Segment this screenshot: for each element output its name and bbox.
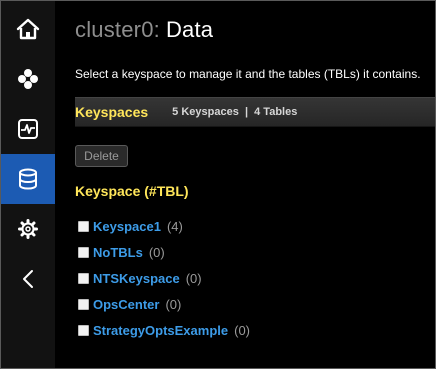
- cluster-name: cluster0:: [75, 17, 160, 42]
- keyspace-table-count: (0): [234, 322, 250, 338]
- page-title: cluster0: Data: [75, 17, 213, 43]
- keyspace-link[interactable]: StrategyOptsExample: [93, 323, 228, 338]
- list-item: NoTBLs (0): [78, 239, 250, 265]
- keyspace-checkbox[interactable]: [78, 220, 89, 232]
- keyspaces-bar: Keyspaces 5 Keyspaces | 4 Tables: [75, 97, 435, 127]
- sidebar-item-home[interactable]: [1, 4, 55, 54]
- sidebar: [1, 1, 55, 368]
- keyspace-checkbox[interactable]: [78, 272, 89, 284]
- keyspace-list: Keyspace1 (4) NoTBLs (0) NTSKeyspace (0)…: [78, 213, 250, 343]
- list-item: NTSKeyspace (0): [78, 265, 250, 291]
- keyspace-link[interactable]: NTSKeyspace: [93, 271, 180, 286]
- keyspace-list-header: Keyspace (#TBL): [75, 183, 189, 199]
- keyspace-table-count: (0): [165, 296, 182, 312]
- home-icon: [16, 18, 40, 40]
- keyspaces-title: Keyspaces: [75, 104, 149, 120]
- database-icon: [18, 168, 38, 190]
- list-item: StrategyOptsExample (0): [78, 317, 250, 343]
- keyspaces-stats: 5 Keyspaces | 4 Tables: [172, 106, 298, 118]
- chevron-left-icon: [21, 269, 35, 289]
- list-item: Keyspace1 (4): [78, 213, 250, 239]
- keyspace-checkbox[interactable]: [78, 298, 89, 310]
- keyspace-checkbox[interactable]: [78, 246, 89, 258]
- list-item: OpsCenter (0): [78, 291, 250, 317]
- monitor-icon: [17, 118, 39, 140]
- sidebar-item-settings[interactable]: [1, 204, 55, 254]
- cluster-icon: [17, 68, 39, 90]
- keyspace-link[interactable]: Keyspace1: [93, 219, 161, 234]
- gear-icon: [18, 219, 38, 239]
- delete-button[interactable]: Delete: [75, 145, 128, 167]
- keyspace-link[interactable]: NoTBLs: [93, 245, 143, 260]
- page-name: Data: [165, 17, 214, 42]
- keyspace-checkbox[interactable]: [78, 324, 89, 336]
- keyspace-link[interactable]: OpsCenter: [93, 297, 159, 312]
- sidebar-item-cluster[interactable]: [1, 54, 55, 104]
- keyspace-table-count: (0): [185, 270, 202, 286]
- app-window: cluster0: Data Select a keyspace to manag…: [0, 0, 436, 369]
- keyspace-table-count: (4): [166, 218, 183, 234]
- sidebar-collapse-button[interactable]: [1, 254, 55, 304]
- keyspace-table-count: (0): [148, 244, 165, 260]
- page-description: Select a keyspace to manage it and the t…: [75, 67, 421, 81]
- sidebar-item-monitoring[interactable]: [1, 104, 55, 154]
- sidebar-item-data[interactable]: [1, 154, 55, 204]
